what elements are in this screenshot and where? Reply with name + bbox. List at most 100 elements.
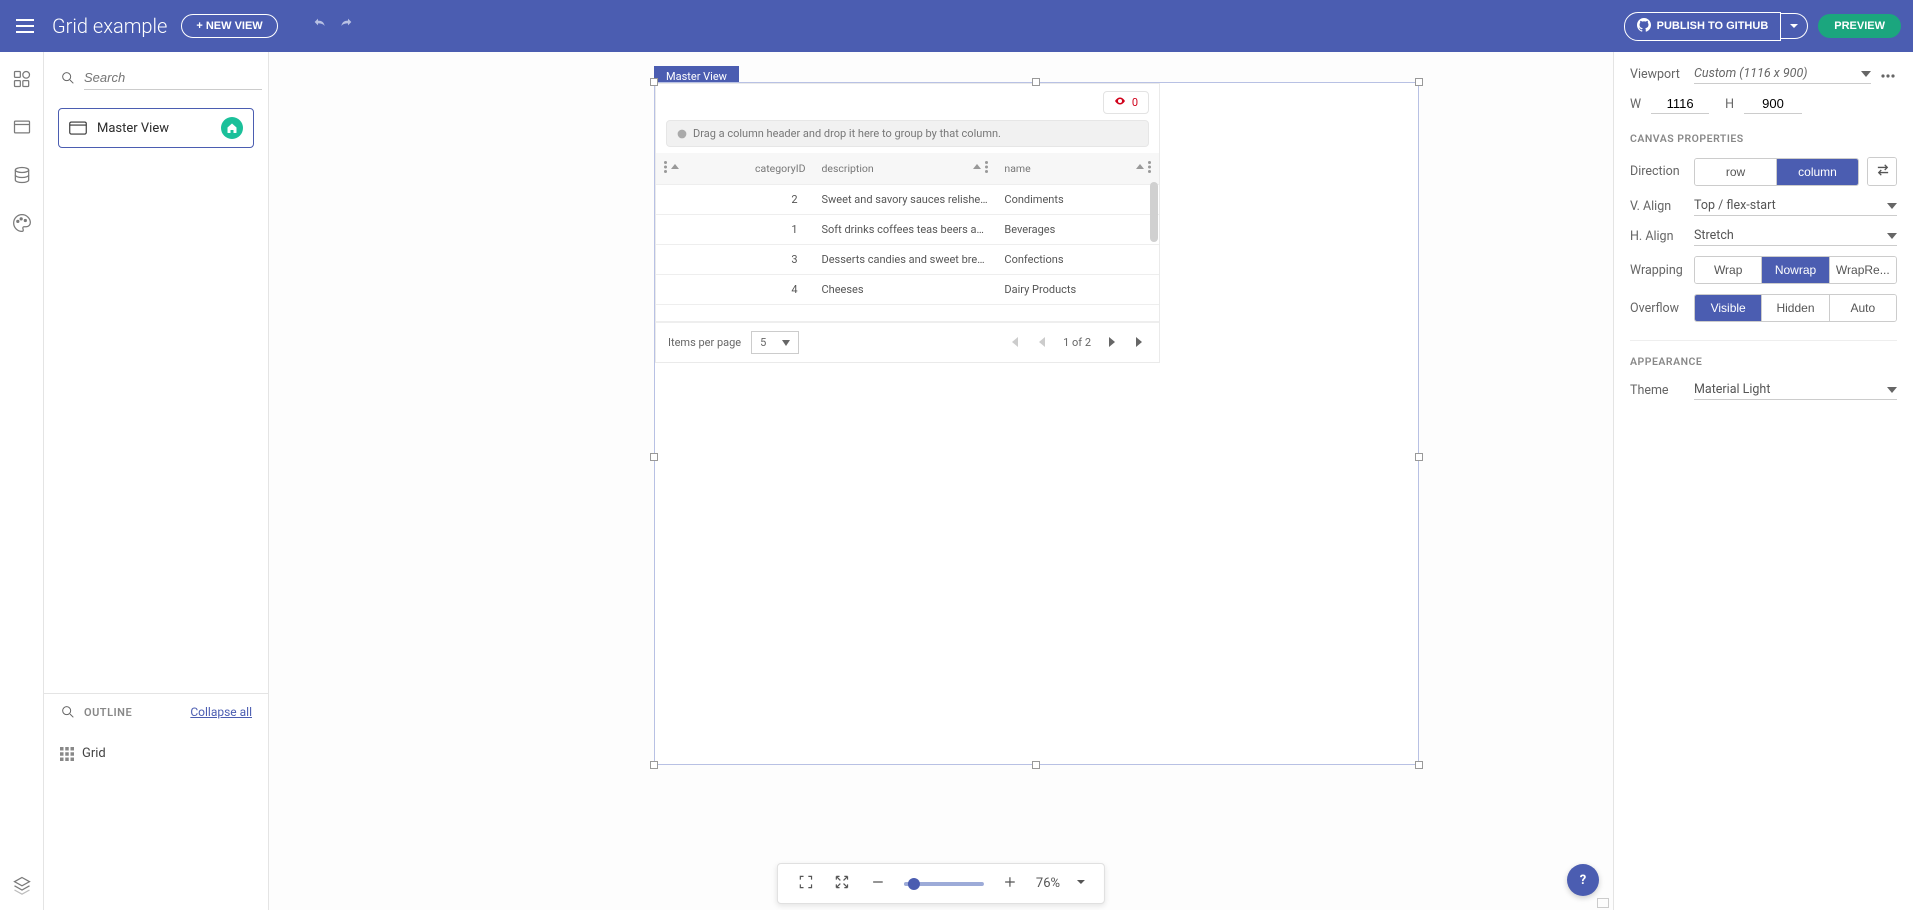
app-title: Grid example (52, 14, 167, 38)
col-label: categoryID (755, 162, 805, 175)
section-canvas-properties: CANVAS PROPERTIES (1630, 132, 1897, 145)
viewport-label: Viewport (1630, 67, 1686, 82)
left-panel: Master View OUTLINE Collapse all Grid (44, 52, 269, 910)
overflow-visible-button[interactable]: Visible (1695, 295, 1761, 321)
items-per-page-label: Items per page (668, 336, 741, 349)
help-fab[interactable]: ? (1567, 864, 1599, 896)
handle-icon[interactable] (650, 78, 658, 86)
new-view-button[interactable]: + NEW VIEW (181, 14, 277, 38)
table-row[interactable] (656, 305, 1159, 322)
eye-icon (1114, 96, 1126, 109)
direction-column-button[interactable]: column (1776, 159, 1858, 185)
halign-label: H. Align (1630, 229, 1686, 244)
publish-group: PUBLISH TO GITHUB (1624, 12, 1809, 41)
publish-label: PUBLISH TO GITHUB (1657, 20, 1769, 32)
column-header-categoryid[interactable]: categoryID (656, 153, 814, 185)
handle-icon[interactable] (1415, 78, 1423, 86)
wrapreverse-button[interactable]: WrapRe... (1829, 257, 1896, 283)
theme-icon[interactable] (11, 212, 33, 234)
handle-icon[interactable] (1415, 453, 1423, 461)
sort-asc-icon[interactable] (671, 162, 679, 175)
views-icon[interactable] (11, 116, 33, 138)
outline-body: Grid (44, 730, 268, 910)
sort-asc-icon[interactable] (973, 162, 981, 175)
swap-direction-icon[interactable] (1868, 158, 1897, 185)
fullscreen-icon[interactable] (832, 872, 852, 895)
handle-icon[interactable] (650, 453, 658, 461)
column-header-description[interactable]: description (814, 153, 997, 185)
grid-views-button[interactable]: 0 (1103, 91, 1149, 114)
pager-last-button[interactable] (1133, 333, 1147, 352)
layers-icon[interactable] (11, 874, 33, 896)
group-by-bar[interactable]: Drag a column header and drop it here to… (666, 120, 1149, 147)
grid-widget[interactable]: 0 Drag a column header and drop it here … (655, 83, 1160, 363)
overflow-auto-button[interactable]: Auto (1829, 295, 1896, 321)
components-icon[interactable] (11, 68, 33, 90)
zoom-slider[interactable] (904, 882, 984, 886)
sort-asc-icon[interactable] (1136, 162, 1144, 175)
table-row[interactable]: 4CheesesDairy Products (656, 275, 1159, 305)
viewport-select[interactable]: Custom (1116 x 900) (1694, 64, 1871, 84)
search-icon (60, 70, 76, 86)
handle-icon[interactable] (1032, 78, 1040, 86)
table-row[interactable]: 1Soft drinks coffees teas beers and al..… (656, 215, 1159, 245)
redo-icon[interactable] (338, 16, 354, 36)
pager-first-button[interactable] (1007, 333, 1021, 352)
github-icon (1637, 18, 1651, 35)
right-panel: Viewport Custom (1116 x 900) W H CANVAS … (1613, 52, 1913, 910)
col-label: description (822, 162, 874, 175)
halign-select[interactable]: Stretch (1694, 226, 1897, 246)
view-item-master[interactable]: Master View (58, 108, 254, 148)
zoom-percent: 76% (1036, 876, 1060, 891)
overflow-hidden-button[interactable]: Hidden (1761, 295, 1828, 321)
table-row[interactable]: 2Sweet and savory sauces relishes sp...C… (656, 185, 1159, 215)
more-icon[interactable] (1879, 65, 1897, 84)
header-right: PUBLISH TO GITHUB PREVIEW (1624, 12, 1901, 41)
column-header-name[interactable]: name (996, 153, 1159, 185)
handle-icon[interactable] (1032, 761, 1040, 769)
resize-handle-icon[interactable] (1597, 898, 1609, 908)
zoom-dropdown-icon[interactable] (1076, 876, 1086, 891)
header-left: Grid example + NEW VIEW (12, 14, 354, 38)
height-input[interactable] (1744, 94, 1802, 114)
direction-label: Direction (1630, 164, 1686, 179)
undo-icon[interactable] (312, 16, 328, 36)
menu-icon[interactable] (12, 15, 38, 37)
kebab-icon[interactable] (985, 161, 988, 176)
width-input[interactable] (1651, 94, 1709, 114)
data-icon[interactable] (11, 164, 33, 186)
zoom-in-button[interactable] (1000, 872, 1020, 895)
preview-button[interactable]: PREVIEW (1818, 14, 1901, 38)
canvas-frame[interactable]: 0 Drag a column header and drop it here … (654, 82, 1419, 765)
section-appearance: APPEARANCE (1630, 340, 1897, 368)
app-header: Grid example + NEW VIEW PUBLISH TO GITHU… (0, 0, 1913, 52)
valign-select[interactable]: Top / flex-start (1694, 196, 1897, 216)
kebab-icon[interactable] (664, 161, 667, 176)
fit-to-screen-icon[interactable] (796, 872, 816, 895)
view-item-label: Master View (97, 121, 211, 136)
wrap-button[interactable]: Wrap (1695, 257, 1761, 283)
nowrap-button[interactable]: Nowrap (1761, 257, 1828, 283)
grid-table: categoryID description (656, 153, 1159, 322)
collapse-all-link[interactable]: Collapse all (190, 705, 252, 719)
scrollbar[interactable] (1149, 122, 1159, 322)
page-size-select[interactable]: 5 (751, 331, 799, 354)
zoom-out-button[interactable] (868, 872, 888, 895)
home-badge-icon[interactable] (221, 117, 243, 139)
theme-select[interactable]: Material Light (1694, 380, 1897, 400)
handle-icon[interactable] (650, 761, 658, 769)
table-row[interactable]: 3Desserts candies and sweet breadsConfec… (656, 245, 1159, 275)
pager-next-button[interactable] (1105, 333, 1119, 352)
search-input[interactable] (84, 66, 262, 90)
pager: Items per page 5 1 of 2 (656, 322, 1159, 362)
outline-item-grid[interactable]: Grid (60, 740, 252, 767)
publish-dropdown-button[interactable] (1781, 13, 1808, 39)
outline-search-icon[interactable] (60, 704, 76, 720)
publish-github-button[interactable]: PUBLISH TO GITHUB (1624, 12, 1782, 41)
handle-icon[interactable] (1415, 761, 1423, 769)
canvas-area[interactable]: Master View 0 Drag a column header and d… (269, 52, 1613, 910)
undo-redo-group (312, 16, 354, 36)
group-hint: Drag a column header and drop it here to… (693, 127, 1001, 140)
pager-prev-button[interactable] (1035, 333, 1049, 352)
direction-row-button[interactable]: row (1695, 159, 1776, 185)
